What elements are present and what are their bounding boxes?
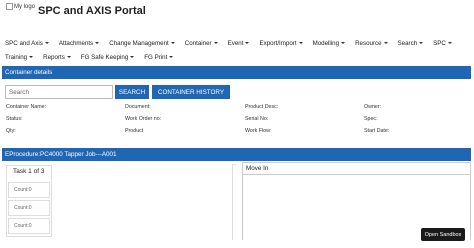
task-title: Task 1 of 3 — [13, 168, 45, 175]
caret-down-icon — [44, 42, 49, 44]
nav-spc[interactable]: SPC — [428, 40, 457, 47]
caret-down-icon — [447, 42, 452, 44]
move-in-header[interactable]: Move In — [243, 163, 470, 175]
logo-alt-text: My logo — [14, 4, 36, 10]
task-detail-panel — [232, 164, 236, 240]
open-sandbox-button[interactable]: Open Sandbox — [421, 228, 465, 241]
nav-resource[interactable]: Resource — [350, 40, 392, 47]
owner-label: Owner: — [364, 104, 382, 110]
main-navbar: SPC and Axis Attachments Change Manageme… — [0, 35, 474, 63]
procedure-header: EProcedure:PC4000 Tapper Job---A001 — [2, 148, 471, 161]
serial-no-label: Serial No: — [245, 116, 269, 122]
caret-down-icon — [170, 42, 175, 44]
start-date-label: Start Date: — [364, 128, 390, 134]
qty-label: Qty: — [6, 128, 16, 134]
search-button[interactable]: SEARCH — [115, 85, 149, 99]
nav-export-import[interactable]: Export/Import — [254, 40, 307, 47]
nav-container[interactable]: Container — [180, 40, 223, 47]
work-flow-label: Work Flow: — [245, 128, 272, 134]
caret-down-icon — [130, 56, 135, 58]
task-count-item[interactable]: Count:0 — [8, 218, 50, 234]
caret-down-icon — [213, 42, 218, 44]
app-title: SPC and AXIS Portal — [38, 5, 146, 17]
task-panel: Task 1 of 3 Count:0 Count:0 Count:0 — [6, 165, 52, 237]
spec-label: Spec: — [364, 116, 378, 122]
container-history-button[interactable]: CONTAINER HISTORY — [152, 85, 230, 99]
nav-fg-print[interactable]: FG Print — [139, 54, 178, 61]
task-count-item[interactable]: Count:0 — [8, 200, 50, 216]
caret-down-icon — [169, 56, 174, 58]
nav-training[interactable]: Training — [0, 54, 38, 61]
caret-down-icon — [298, 42, 303, 44]
nav-change-management[interactable]: Change Management — [104, 40, 180, 47]
nav-event[interactable]: Event — [223, 40, 255, 47]
caret-down-icon — [419, 42, 424, 44]
nav-modelling[interactable]: Modelling — [308, 40, 350, 47]
nav-spc-and-axis[interactable]: SPC and Axis — [0, 40, 54, 47]
nav-row-primary: SPC and Axis Attachments Change Manageme… — [0, 37, 457, 49]
product-desc-label: Product Desc: — [245, 104, 279, 110]
caret-down-icon — [341, 42, 346, 44]
container-details-header: Container details — [2, 66, 471, 79]
document-label: Document: — [125, 104, 151, 110]
nav-search[interactable]: Search — [393, 40, 429, 47]
work-order-label: Work Order no: — [125, 116, 162, 122]
status-label: Status: — [6, 116, 23, 122]
container-search-input[interactable] — [5, 85, 113, 99]
caret-down-icon — [245, 42, 250, 44]
nav-reports[interactable]: Reports — [38, 54, 76, 61]
nav-fg-safe-keeping[interactable]: FG Safe Keeping — [76, 54, 139, 61]
caret-down-icon — [29, 56, 34, 58]
caret-down-icon — [95, 42, 100, 44]
container-name-label: Container Name: — [6, 104, 47, 110]
app-logo: My logo — [6, 3, 36, 11]
nav-attachments[interactable]: Attachments — [54, 40, 104, 47]
product-label: Product — [125, 128, 144, 134]
task-count-item[interactable]: Count:0 — [8, 182, 50, 198]
caret-down-icon — [383, 42, 388, 44]
broken-image-icon — [6, 3, 13, 10]
nav-row-secondary: Training Reports FG Safe Keeping FG Prin… — [0, 51, 178, 63]
caret-down-icon — [66, 56, 71, 58]
